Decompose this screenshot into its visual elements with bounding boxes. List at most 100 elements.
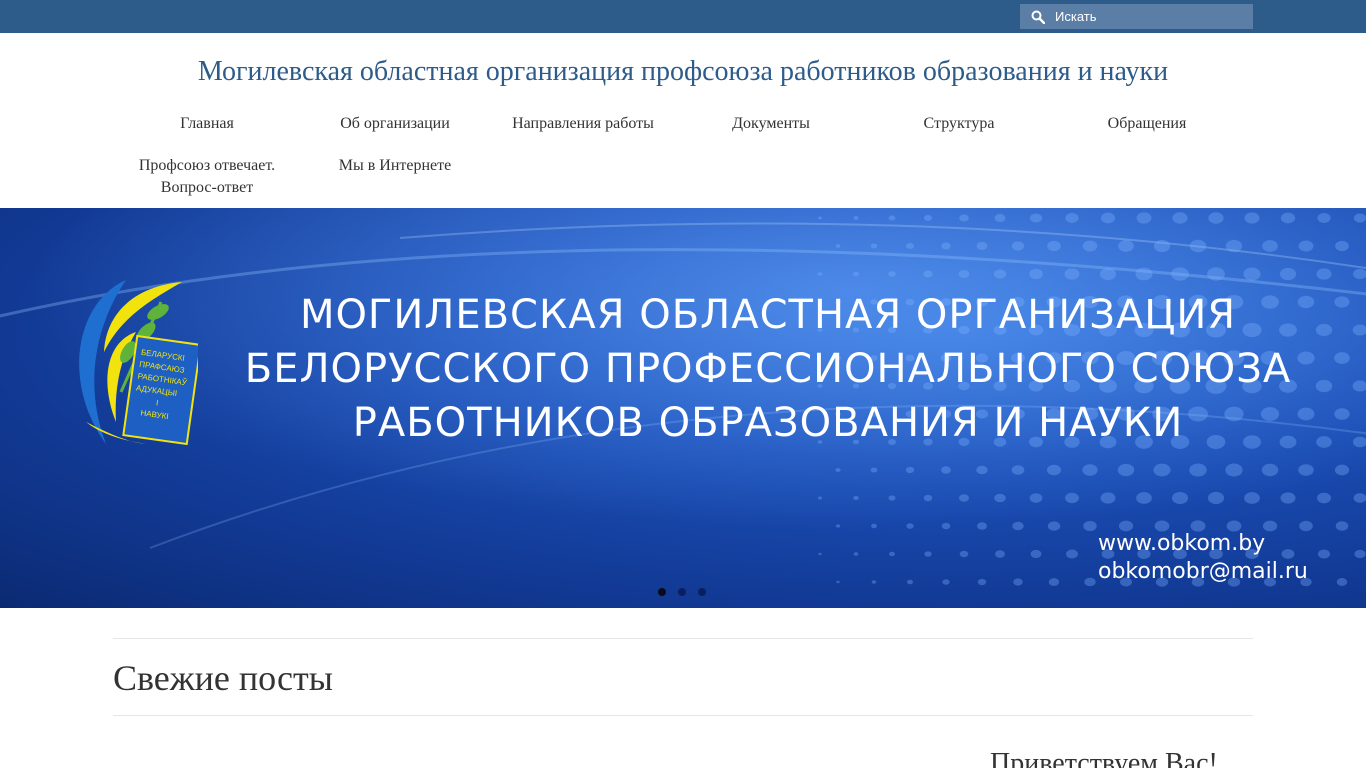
banner-dot-pattern — [976, 522, 988, 530]
banner-dot-pattern — [1012, 521, 1024, 531]
banner-dot-pattern — [870, 467, 878, 473]
slider-dot-3[interactable] — [698, 588, 706, 596]
search-icon[interactable] — [1031, 10, 1045, 24]
banner-dot-pattern — [1065, 213, 1079, 223]
banner-dot-pattern — [1225, 463, 1243, 477]
banner-dot-pattern — [1317, 549, 1331, 559]
nav-item-appeals[interactable]: Обращения — [1053, 113, 1241, 135]
hero-banner: БЕЛАРУСКІ ПРАФСАЮЗ РАБОТНІКАЎ АДУКАЦЫІ І… — [0, 208, 1366, 608]
banner-dot-pattern — [853, 216, 859, 220]
banner-dot-pattern — [1083, 520, 1097, 532]
top-bar — [0, 0, 1366, 33]
banner-dot-pattern — [1047, 521, 1061, 531]
banner-dot-pattern — [1207, 491, 1225, 505]
nav-item-home[interactable]: Главная — [113, 113, 301, 135]
banner-dot-pattern — [1136, 492, 1152, 504]
banner-dot-pattern — [1354, 549, 1366, 559]
banner-dot-pattern — [941, 466, 951, 474]
banner-dot-pattern — [1153, 463, 1171, 477]
banner-dot-pattern — [1207, 267, 1225, 281]
banner-dot-pattern — [1100, 212, 1116, 224]
banner-dot-pattern — [959, 550, 969, 558]
banner-dot-pattern — [1153, 239, 1171, 253]
banner-line-3: РАБОТНИКОВ ОБРАЗОВАНИЯ И НАУКИ — [352, 400, 1184, 446]
banner-dot-pattern — [1208, 212, 1224, 224]
banner-dot-pattern — [1280, 492, 1296, 504]
banner-dot-pattern — [1066, 549, 1078, 559]
banner-dot-pattern — [1011, 241, 1025, 251]
banner-dot-pattern — [1082, 240, 1098, 252]
banner-dot-pattern — [888, 271, 896, 277]
banner-dot-pattern — [1261, 463, 1279, 477]
banner-dot-pattern — [852, 271, 860, 277]
banner-dot-pattern — [1225, 239, 1243, 253]
nav-item-about[interactable]: Об организации — [301, 113, 489, 135]
banner-dot-pattern — [993, 269, 1007, 279]
banner-dot-pattern — [905, 242, 915, 250]
banner-website: www.obkom.by — [1098, 531, 1266, 556]
divider-top — [113, 638, 1253, 639]
banner-dot-pattern — [1279, 267, 1297, 281]
banner-dot-pattern — [835, 524, 841, 528]
banner-dot-pattern — [871, 580, 877, 584]
banner-dot-pattern — [1029, 213, 1043, 223]
banner-dot-pattern — [1334, 464, 1350, 476]
banner-dot-pattern — [1100, 492, 1116, 504]
banner-dot-pattern — [976, 241, 988, 251]
banner-dot-pattern — [1082, 464, 1098, 476]
banner-dot-pattern — [1189, 463, 1207, 477]
search-box[interactable] — [1020, 4, 1253, 29]
banner-dot-pattern — [923, 214, 933, 222]
nav-item-documents[interactable]: Документы — [677, 113, 865, 135]
banner-dot-pattern — [1262, 240, 1278, 252]
banner-dot-pattern — [818, 552, 822, 556]
nav-item-structure[interactable]: Структура — [865, 113, 1053, 135]
banner-dot-pattern — [1171, 267, 1189, 281]
slider-dot-1[interactable] — [658, 588, 666, 596]
section-title: Свежие посты — [113, 658, 333, 698]
banner-dot-pattern — [853, 495, 859, 501]
banner-line-2: БЕЛОРУССКОГО ПРОФЕССИОНАЛЬНОГО СОЮЗА — [244, 346, 1292, 392]
banner-dot-pattern — [1189, 239, 1207, 253]
banner-dot-pattern — [1011, 465, 1025, 475]
banner-dot-pattern — [976, 465, 988, 475]
banner-dot-pattern — [994, 493, 1006, 503]
site-title[interactable]: Могилевская областная организация профсо… — [0, 56, 1366, 88]
banner-dot-pattern — [1316, 492, 1332, 504]
banner-dot-pattern — [1046, 464, 1062, 476]
banner-dot-pattern — [853, 552, 859, 556]
banner-dot-pattern — [1084, 577, 1096, 587]
banner-dot-pattern — [1334, 408, 1350, 420]
nav-item-qa[interactable]: Профсоюз отвечает. Вопрос-ответ — [113, 155, 301, 199]
search-input[interactable] — [1055, 9, 1235, 24]
banner-dot-pattern — [923, 494, 933, 502]
banner-dot-pattern — [1244, 492, 1260, 504]
banner-dot-pattern — [959, 214, 969, 222]
banner-dot-pattern — [1136, 212, 1152, 224]
banner-dot-pattern — [1280, 212, 1296, 224]
banner-dot-pattern — [1118, 240, 1134, 252]
divider-bottom — [113, 715, 1253, 716]
slider-dot-2[interactable] — [678, 588, 686, 596]
banner-dot-pattern — [871, 523, 877, 529]
banner-dot-pattern — [977, 578, 987, 586]
banner-dot-pattern — [1065, 492, 1079, 504]
banner-dot-pattern — [1029, 268, 1043, 280]
banner-dot-pattern — [924, 551, 932, 557]
slider-dots — [658, 588, 706, 596]
banner-dot-pattern — [888, 215, 896, 221]
nav-item-internet[interactable]: Мы в Интернете — [301, 155, 489, 177]
banner-dot-pattern — [923, 270, 933, 278]
banner-dot-pattern — [1117, 463, 1135, 477]
banner-dot-pattern — [1047, 240, 1061, 252]
banner-dot-pattern — [818, 216, 822, 220]
nav-item-directions[interactable]: Направления работы — [489, 113, 677, 135]
banner-dot-pattern — [1316, 268, 1332, 280]
banner-dot-pattern — [958, 269, 970, 279]
banner-dot-pattern — [1030, 549, 1042, 559]
banner-dot-pattern — [835, 468, 841, 472]
banner-dot-pattern — [941, 242, 951, 250]
banner-dot-pattern — [1334, 352, 1350, 364]
banner-dot-pattern — [1244, 212, 1260, 224]
banner-dot-pattern — [994, 213, 1006, 223]
